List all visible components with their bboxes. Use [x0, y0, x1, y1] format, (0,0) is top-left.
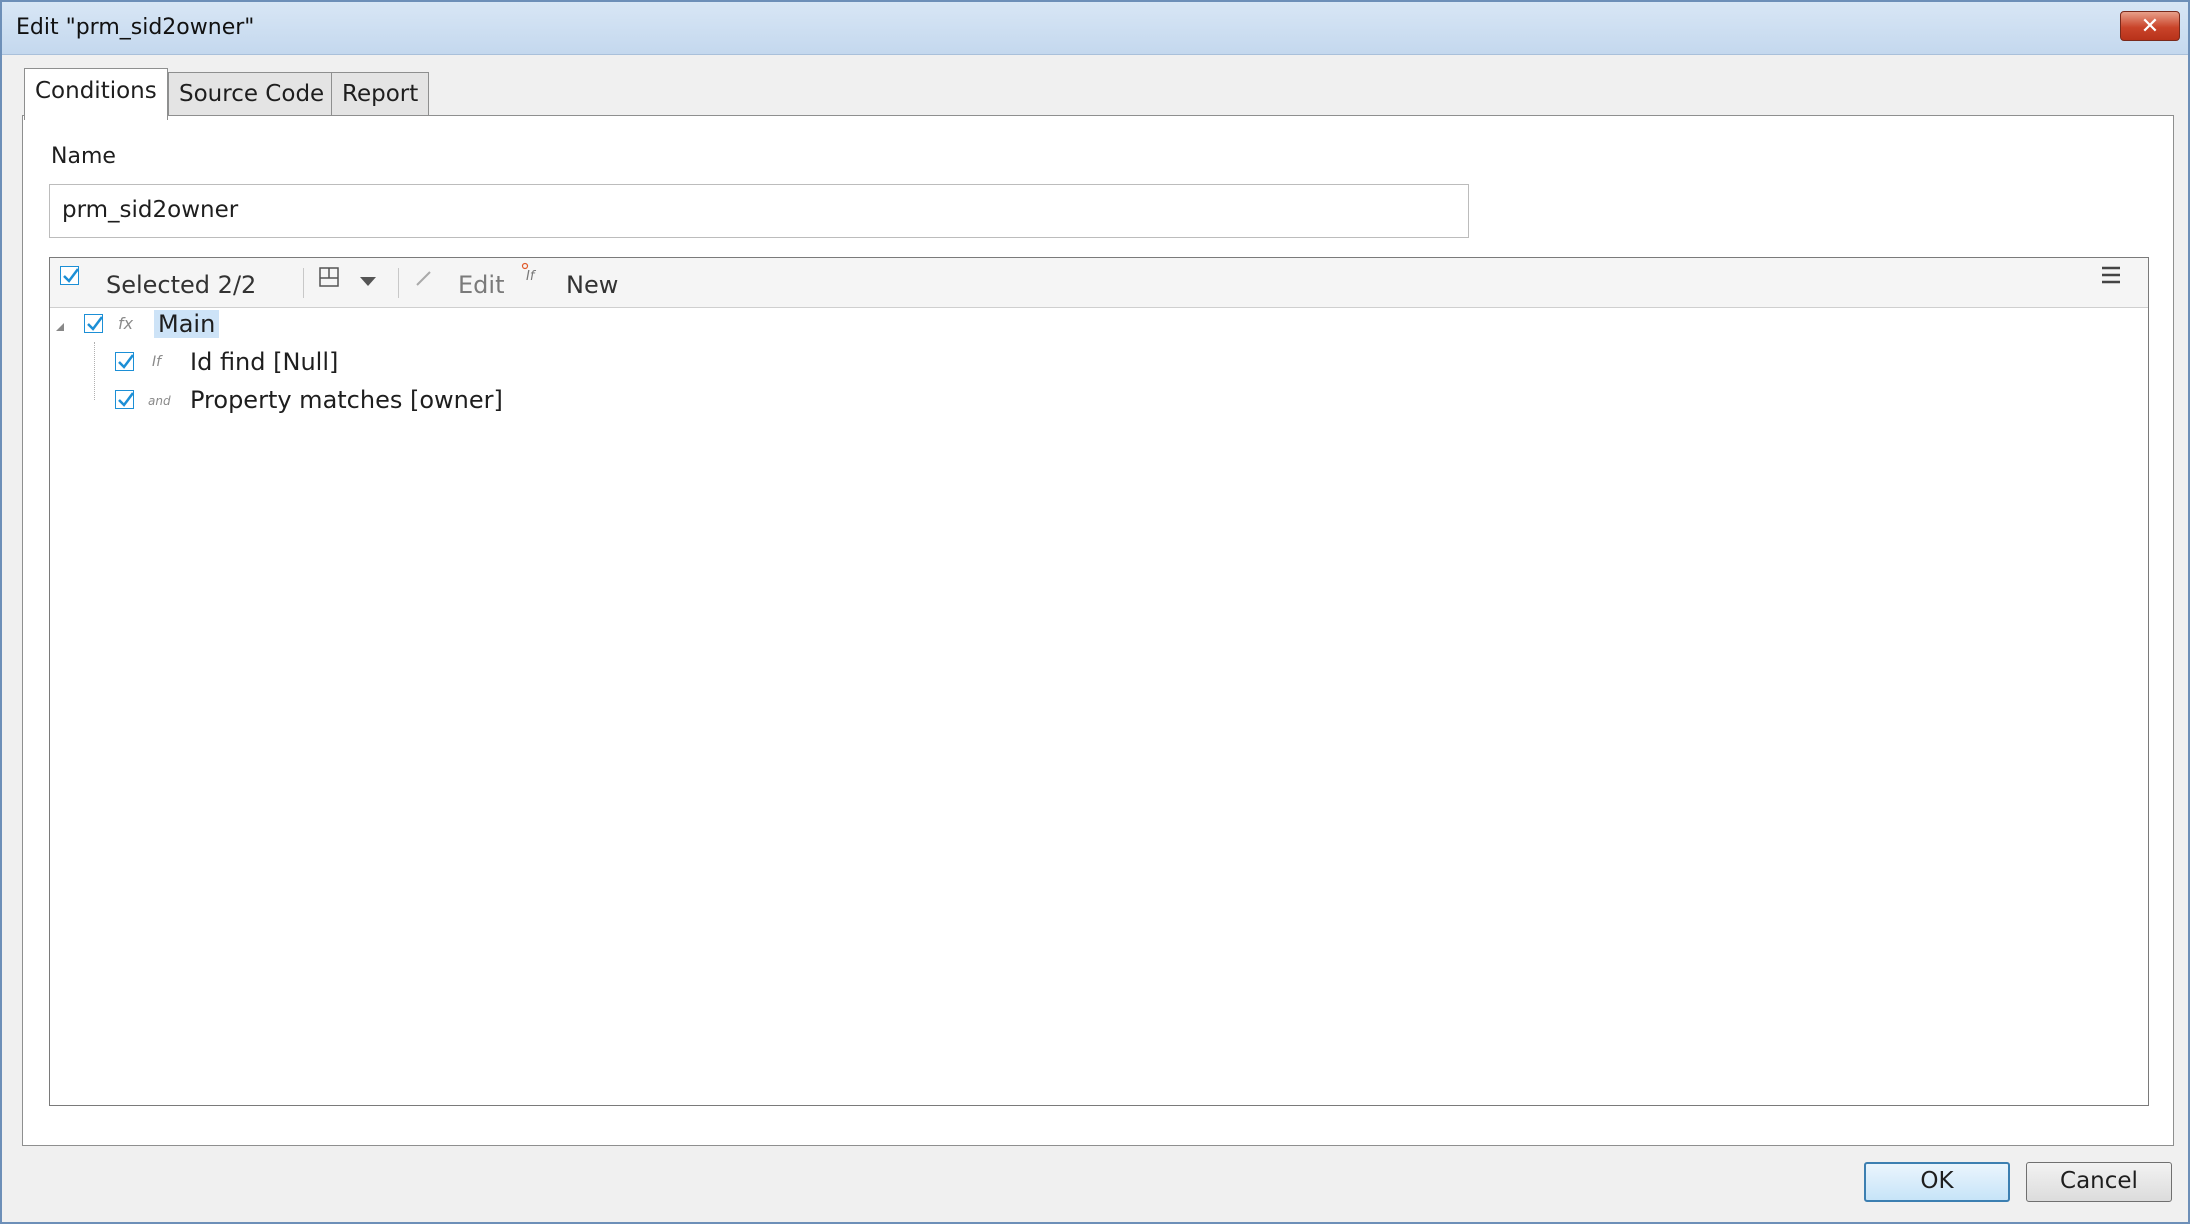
tree-row-property-matches[interactable]: and Property matches [owner] [50, 384, 2148, 422]
name-input[interactable]: prm_sid2owner [49, 184, 1469, 238]
window-title: Edit "prm_sid2owner" [16, 15, 255, 40]
checkbox-icon [87, 316, 103, 331]
property-matches-checkbox[interactable] [115, 390, 134, 409]
checkbox-icon [118, 392, 134, 407]
new-button[interactable]: If New [516, 258, 626, 306]
layout-dropdown-button[interactable] [360, 272, 378, 286]
selected-count: Selected 2/2 [106, 271, 257, 299]
toolbar-separator [303, 268, 304, 298]
svg-text:If: If [526, 269, 537, 284]
dropdown-arrow-icon [360, 277, 376, 286]
if-new-icon: If [521, 262, 537, 284]
edit-label: Edit [458, 271, 505, 299]
tab-report[interactable]: Report [331, 72, 430, 118]
tab-conditions[interactable]: Conditions [24, 68, 168, 120]
conditions-toolbar: Selected 2/2 Edit If New [50, 258, 2148, 308]
tree-item-id-find[interactable]: Id find [Null] [190, 348, 338, 376]
title-bar[interactable]: Edit "prm_sid2owner" ✕ [2, 2, 2188, 55]
new-label: New [566, 271, 619, 299]
tab-source-code[interactable]: Source Code [168, 72, 336, 118]
checkbox-icon [63, 268, 79, 283]
tree-item-property-matches[interactable]: Property matches [owner] [190, 386, 503, 414]
menu-button[interactable] [2100, 264, 2126, 290]
ok-button[interactable]: OK [1864, 1162, 2010, 1202]
menu-icon [2102, 266, 2120, 284]
tree-item-main[interactable]: Main [154, 310, 220, 338]
cancel-button[interactable]: Cancel [2026, 1162, 2172, 1202]
close-button[interactable]: ✕ [2120, 11, 2180, 41]
expand-arrow-icon[interactable] [54, 321, 66, 333]
tree-row-id-find[interactable]: If Id find [Null] [50, 346, 2148, 384]
toolbar-separator-2 [398, 268, 399, 298]
pencil-icon [416, 271, 431, 286]
conditions-panel: Name prm_sid2owner Selected 2/2 Edit If … [22, 115, 2174, 1146]
select-all-checkbox[interactable] [60, 266, 79, 285]
if-icon: If [152, 354, 162, 370]
name-label: Name [51, 144, 116, 169]
edit-dialog: Edit "prm_sid2owner" ✕ Conditions Source… [0, 0, 2190, 1224]
main-checkbox[interactable] [84, 314, 103, 333]
close-icon: ✕ [2140, 14, 2160, 39]
edit-button[interactable]: Edit [412, 258, 512, 306]
checkbox-icon [118, 354, 134, 369]
tree-row-main[interactable]: fx Main [50, 308, 2148, 346]
and-icon: and [148, 394, 171, 408]
layout-button[interactable] [318, 266, 342, 290]
id-find-checkbox[interactable] [115, 352, 134, 371]
fx-icon: fx [118, 314, 134, 333]
layout-icon [319, 267, 339, 287]
conditions-tree-frame: Selected 2/2 Edit If New fx Main If Id f… [49, 257, 2149, 1106]
